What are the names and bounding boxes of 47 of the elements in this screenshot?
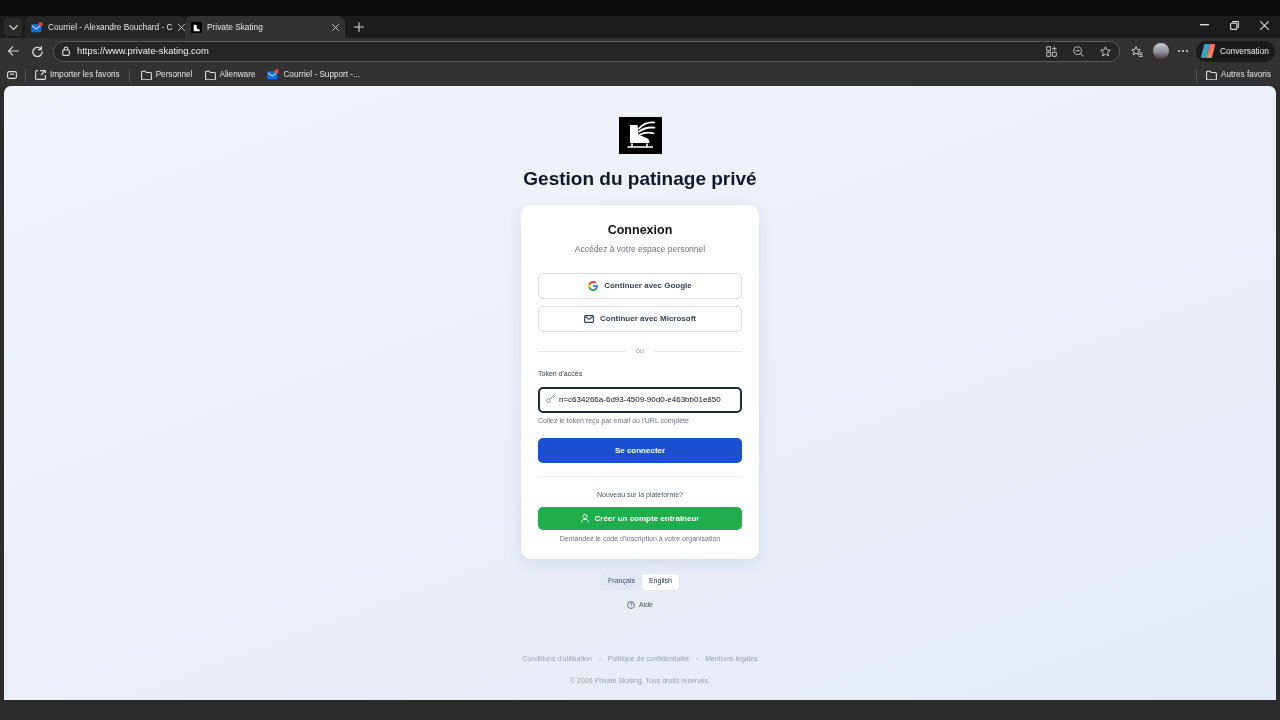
chevron-down-icon[interactable]	[8, 24, 18, 30]
other-bookmarks[interactable]: Autres favoris	[1205, 68, 1271, 82]
user-icon	[580, 514, 589, 523]
browser-tab[interactable]: Courriel - Alexandre Bouchard - C	[25, 16, 185, 38]
close-icon[interactable]	[1260, 20, 1269, 30]
token-input[interactable]: n=c634266a-6d93-4509-90d0-e463bb01e850	[538, 386, 742, 413]
minimize-icon[interactable]	[1200, 24, 1209, 26]
colorful-logo-icon	[1201, 44, 1215, 58]
close-icon[interactable]	[332, 23, 339, 31]
bookmark[interactable]: Personnel	[140, 68, 193, 82]
star-icon[interactable]	[1100, 45, 1111, 57]
sidebar-icon[interactable]	[7, 71, 17, 79]
page-title: Gestion du patinage privé	[523, 166, 757, 190]
browser-tab[interactable]: Private Skating	[185, 16, 345, 38]
mail-icon	[267, 69, 280, 81]
skate-favicon-icon	[191, 21, 202, 33]
bookmark[interactable]: Alienware	[204, 68, 256, 82]
provider-button[interactable]: Continuer avec Google	[538, 273, 742, 299]
submit-button[interactable]: Se connecter	[538, 438, 742, 463]
key-icon	[546, 393, 555, 403]
envelope-icon	[584, 315, 594, 323]
help-icon	[627, 600, 635, 609]
back-arrow-icon[interactable]	[8, 46, 19, 56]
new-tab-icon[interactable]	[354, 22, 364, 32]
favorites-star-icon[interactable]	[1131, 45, 1143, 57]
zoom-out-icon[interactable]	[1073, 45, 1084, 57]
split-screen-icon[interactable]	[1046, 45, 1057, 57]
skate-logo-icon	[618, 117, 662, 154]
close-icon[interactable]	[177, 23, 185, 31]
bookmark[interactable]: Courriel - Support -...	[267, 68, 360, 82]
lock-icon	[62, 46, 70, 56]
bookmark[interactable]: Importer les favoris	[35, 68, 120, 82]
card-heading: Connexion	[606, 222, 674, 238]
provider-button[interactable]: Continuer avec Microsoft	[538, 306, 742, 332]
refresh-icon[interactable]	[32, 45, 43, 57]
folder-icon	[140, 70, 152, 80]
avatar-icon[interactable]	[1153, 43, 1169, 59]
restore-icon[interactable]	[1230, 20, 1239, 30]
mail-favicon-icon	[31, 21, 43, 33]
g-logo-icon	[588, 281, 599, 291]
folder-icon	[204, 70, 216, 80]
import-icon	[35, 70, 46, 80]
card-subtitle: Accédez à votre espace personnel	[573, 244, 707, 254]
conversation-button[interactable]: Conversation	[1196, 40, 1275, 62]
folder-icon	[1205, 70, 1217, 80]
tab-list-button[interactable]	[4, 18, 22, 36]
address-bar[interactable]: https://www.private-skating.com	[53, 40, 1120, 62]
